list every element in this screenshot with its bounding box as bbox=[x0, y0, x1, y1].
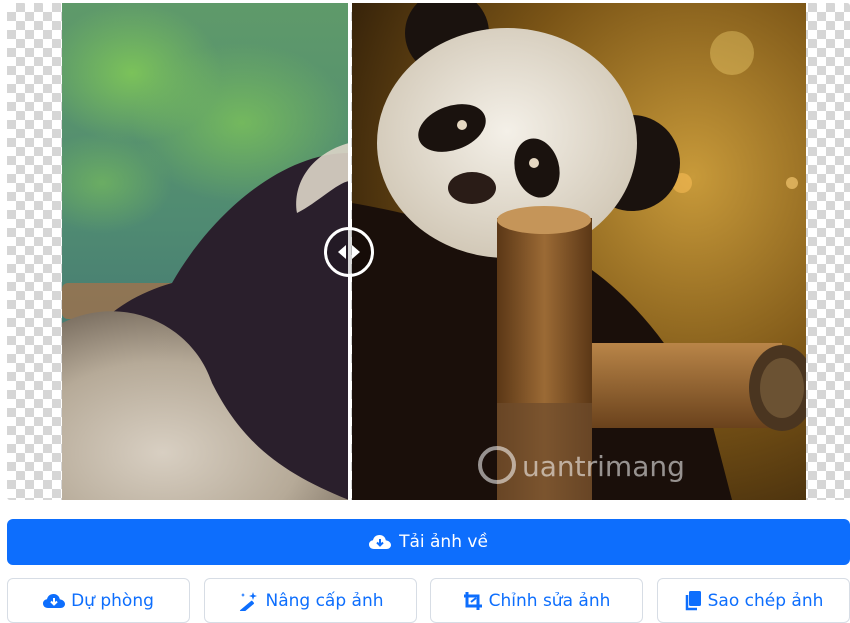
cloud-download-icon bbox=[369, 535, 392, 549]
watermark-text: uantrimang bbox=[522, 450, 685, 483]
download-image-button[interactable]: Tải ảnh về bbox=[7, 519, 850, 565]
edit-image-button[interactable]: Chỉnh sửa ảnh bbox=[430, 578, 643, 623]
enhance-button-label: Nâng cấp ảnh bbox=[265, 590, 384, 611]
backup-button[interactable]: Dự phòng bbox=[7, 578, 190, 623]
edit-button-label: Chỉnh sửa ảnh bbox=[488, 590, 611, 611]
cloud-download-icon bbox=[43, 593, 66, 608]
enhanced-image: uantrimang bbox=[352, 3, 806, 500]
download-button-label: Tải ảnh về bbox=[399, 532, 488, 552]
backup-button-label: Dự phòng bbox=[71, 590, 154, 611]
copy-image-button[interactable]: Sao chép ảnh bbox=[657, 578, 850, 623]
compare-slider-handle[interactable] bbox=[324, 227, 374, 277]
image-compare-viewer[interactable]: uantrimang bbox=[7, 3, 850, 500]
magic-wand-icon bbox=[240, 591, 258, 611]
copy-icon bbox=[685, 590, 701, 610]
crop-icon bbox=[463, 591, 482, 610]
arrows-left-right-icon bbox=[338, 245, 360, 259]
enhance-image-button[interactable]: Nâng cấp ảnh bbox=[204, 578, 417, 623]
original-image bbox=[62, 3, 349, 500]
copy-button-label: Sao chép ảnh bbox=[707, 590, 824, 611]
